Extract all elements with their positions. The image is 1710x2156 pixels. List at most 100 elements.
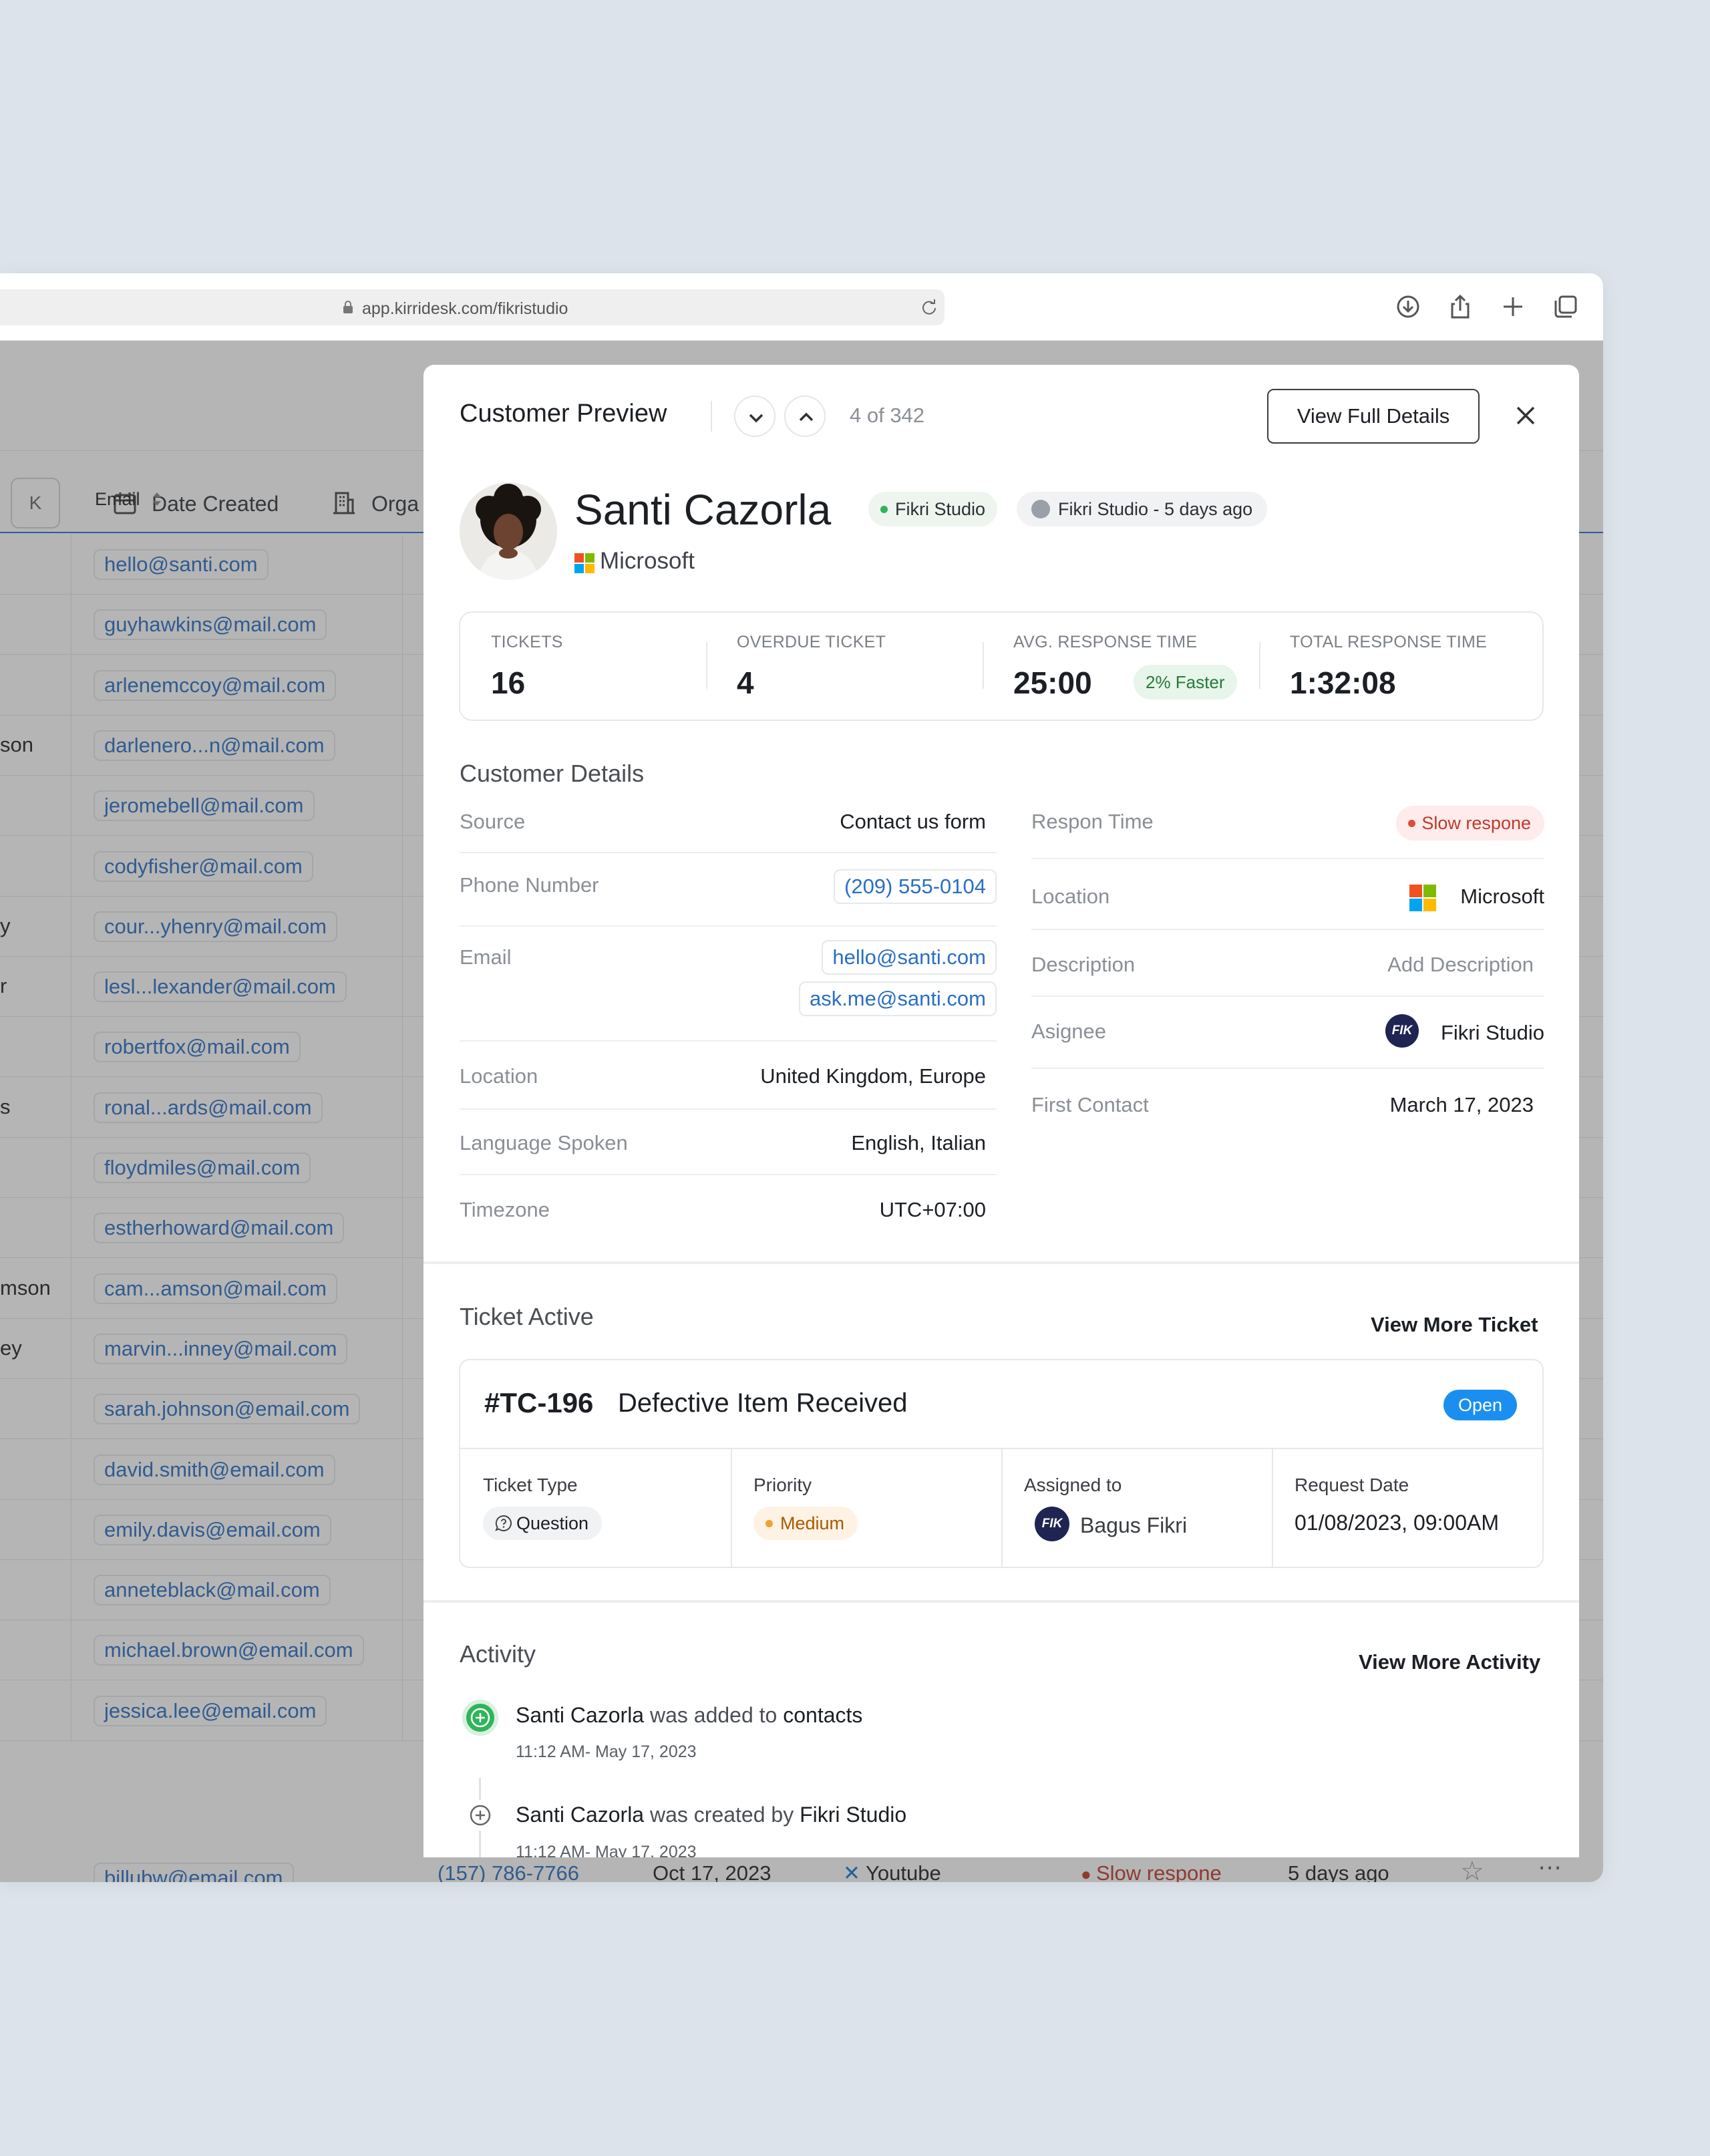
status-badge: Slow respone (1396, 806, 1544, 840)
section-divider (423, 1600, 1579, 1603)
ticket-card[interactable]: #TC-196 Defective Item Received Open Tic… (459, 1359, 1544, 1568)
plus-circle-icon (465, 1800, 496, 1831)
ticket-title: Defective Item Received (618, 1388, 908, 1418)
divider (711, 401, 712, 432)
ticket-type-chip: Question (483, 1507, 603, 1540)
divider (983, 642, 984, 689)
detail-location: Location United Kingdom, Europe (460, 1042, 997, 1110)
customer-name: Santi Cazorla (574, 486, 832, 534)
stat-label: AVG. RESPONSE TIME (1013, 633, 1198, 651)
browser-toolbar: app.kirridesk.com/fikristudio (0, 273, 1603, 341)
faster-badge: 2% Faster (1134, 665, 1237, 700)
avatar (460, 482, 557, 580)
detail-label: Email (460, 945, 512, 969)
assignee-avatar: FIK (1035, 1507, 1069, 1541)
meta-label: Request Date (1295, 1475, 1409, 1495)
assignee-name: Bagus Fikri (1080, 1513, 1188, 1537)
detail-email: Email hello@santi.com ask.me@santi.com (460, 927, 997, 1042)
detail-label: Asignee (1031, 1020, 1107, 1043)
assigned-cell: Assigned to FIK Bagus Fikri (1001, 1449, 1272, 1568)
add-description-button[interactable]: Add Description (1387, 953, 1534, 977)
plus-circle-icon (462, 1700, 498, 1736)
divider (1001, 1449, 1003, 1568)
activity-object: Fikri Studio (800, 1803, 907, 1827)
next-customer-button[interactable] (734, 396, 776, 437)
stat-value: 1:32:08 (1290, 665, 1396, 700)
activity-time: 11:12 AM- May 17, 2023 (516, 1843, 697, 1857)
detail-label: Respon Time (1031, 810, 1154, 833)
view-full-details-button[interactable]: View Full Details (1267, 389, 1480, 444)
request-date-cell: Request Date 01/08/2023, 09:00AM (1272, 1449, 1542, 1568)
priority-chip: Medium (753, 1507, 858, 1540)
stats-card: TICKETS 16 OVERDUE TICKET 4 AVG. RESPONS… (459, 611, 1544, 721)
stat-label: TOTAL RESPONSE TIME (1290, 633, 1488, 651)
stat-label: OVERDUE TICKET (737, 633, 886, 651)
detail-label: Timezone (460, 1198, 550, 1221)
detail-label: Description (1031, 953, 1136, 976)
activity-item: Santi Cazorla was created by Fikri Studi… (516, 1803, 906, 1827)
microsoft-logo-icon (1409, 885, 1436, 911)
detail-value: United Kingdom, Europe (760, 1064, 986, 1088)
detail-value: UTC+07:00 (879, 1198, 986, 1221)
previous-customer-button[interactable] (784, 396, 826, 437)
activity-badge-label: Fikri Studio - 5 days ago (1058, 499, 1253, 519)
ticket-meta: Ticket Type Question Priority Medium Ass… (460, 1448, 1542, 1568)
stat-overdue: OVERDUE TICKET 4 (706, 613, 977, 720)
view-more-ticket-link[interactable]: View More Ticket (1371, 1313, 1538, 1337)
address-bar[interactable]: app.kirridesk.com/fikristudio (0, 289, 945, 325)
activity-object: contacts (783, 1703, 863, 1727)
view-more-activity-link[interactable]: View More Activity (1359, 1650, 1540, 1674)
phone-link[interactable]: (209) 555-0104 (834, 869, 997, 904)
ticket-type-cell: Ticket Type Question (460, 1449, 731, 1568)
divider (731, 1449, 732, 1568)
detail-timezone: Timezone UTC+07:00 (460, 1175, 997, 1242)
close-icon[interactable] (1512, 402, 1539, 429)
activity-time: 11:12 AM- May 17, 2023 (516, 1742, 697, 1761)
modal-title: Customer Preview (460, 400, 667, 428)
detail-respon-time: Respon Time Slow respone (1031, 790, 1544, 859)
activity-badge: Fikri Studio - 5 days ago (1017, 492, 1268, 526)
stat-value: 25:00 (1013, 665, 1092, 700)
stat-tickets: TICKETS 16 (460, 613, 731, 720)
detail-description: Description Add Description (1031, 930, 1544, 997)
activity-actor: Santi Cazorla (516, 1803, 645, 1827)
stat-value: 16 (491, 665, 526, 700)
plus-icon[interactable] (1500, 293, 1526, 320)
avatar-icon (1031, 500, 1050, 518)
ticket-id: #TC-196 (484, 1387, 594, 1418)
activity-verb: was added to (649, 1703, 778, 1727)
ticket-active-title: Ticket Active (460, 1303, 594, 1330)
detail-label: Language Spoken (460, 1131, 628, 1154)
url-text: app.kirridesk.com/fikristudio (362, 299, 568, 318)
detail-label: First Contact (1031, 1093, 1149, 1116)
activity-verb: was created by (649, 1803, 794, 1827)
stat-value: 4 (737, 665, 754, 700)
email-link[interactable]: ask.me@santi.com (798, 981, 997, 1016)
detail-phone: Phone Number (209) 555-0104 (460, 853, 997, 927)
priority-dot (765, 1520, 773, 1527)
meta-label: Priority (753, 1475, 812, 1495)
stat-label: TICKETS (491, 633, 563, 651)
chevron-up-icon (799, 412, 814, 422)
detail-value: English, Italian (851, 1131, 986, 1154)
section-divider (423, 1261, 1579, 1264)
microsoft-logo-icon (574, 553, 594, 573)
chevron-down-icon (749, 414, 763, 423)
reload-icon[interactable] (920, 299, 938, 316)
download-icon[interactable] (1395, 293, 1421, 320)
detail-value: March 17, 2023 (1389, 1093, 1534, 1116)
detail-value: Fikri Studio (1440, 1021, 1544, 1044)
divider (1259, 642, 1260, 689)
ticket-type-label: Question (516, 1513, 589, 1533)
divider (706, 642, 707, 689)
email-link[interactable]: hello@santi.com (822, 940, 997, 975)
activity-actor: Santi Cazorla (516, 1703, 645, 1727)
share-icon[interactable] (1447, 293, 1474, 320)
request-date: 01/08/2023, 09:00AM (1295, 1511, 1500, 1535)
detail-language: Language Spoken English, Italian (460, 1110, 997, 1175)
detail-assignee: Asignee FIK Fikri Studio (1031, 997, 1544, 1069)
ticket-status-badge: Open (1443, 1390, 1518, 1420)
assignee-avatar: FIK (1385, 1014, 1419, 1048)
activity-item: Santi Cazorla was added to contacts (516, 1703, 862, 1728)
tabs-icon[interactable] (1552, 293, 1579, 320)
